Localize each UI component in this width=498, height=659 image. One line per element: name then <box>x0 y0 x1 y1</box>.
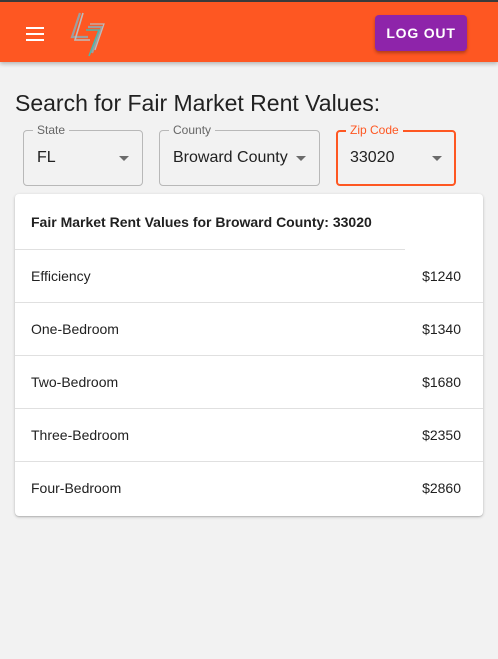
unit-type-label: Four-Bedroom <box>31 480 122 496</box>
unit-type-label: One-Bedroom <box>31 321 119 337</box>
app-bar: LOG OUT <box>0 0 498 62</box>
unit-type-label: Two-Bedroom <box>31 374 119 390</box>
table-row: Efficiency $1240 <box>15 250 483 303</box>
page-title: Search for Fair Market Rent Values: <box>15 90 381 116</box>
chevron-down-icon <box>296 156 306 161</box>
zip-code-select[interactable]: Zip Code 33020 <box>336 122 456 186</box>
chevron-down-icon <box>119 156 129 161</box>
table-row: One-Bedroom $1340 <box>15 303 483 356</box>
rent-value: $1340 <box>422 321 461 337</box>
results-title: Fair Market Rent Values for Broward Coun… <box>15 194 405 250</box>
state-value: FL <box>37 149 56 166</box>
state-select[interactable]: State FL <box>23 122 143 186</box>
county-label: County <box>169 122 216 138</box>
table-row: Two-Bedroom $1680 <box>15 356 483 409</box>
rent-value: $1680 <box>422 374 461 390</box>
hamburger-menu-icon[interactable] <box>18 18 52 48</box>
chevron-down-icon <box>432 156 442 161</box>
state-label: State <box>33 122 70 138</box>
rent-value: $2350 <box>422 427 461 443</box>
county-value: Broward County <box>173 149 288 166</box>
results-table: Efficiency $1240 One-Bedroom $1340 Two-B… <box>15 250 483 515</box>
unit-type-label: Efficiency <box>31 268 91 284</box>
results-card: Fair Market Rent Values for Broward Coun… <box>15 194 483 516</box>
brand-logo-icon[interactable] <box>66 7 108 59</box>
table-row: Four-Bedroom $2860 <box>15 462 483 515</box>
zip-code-value: 33020 <box>350 149 395 166</box>
zip-code-label: Zip Code <box>346 122 403 138</box>
rent-value: $2860 <box>422 480 461 496</box>
unit-type-label: Three-Bedroom <box>31 427 130 443</box>
table-row: Three-Bedroom $2350 <box>15 409 483 462</box>
logout-button[interactable]: LOG OUT <box>375 15 467 51</box>
rent-value: $1240 <box>422 268 461 284</box>
county-select[interactable]: County Broward County <box>159 122 320 186</box>
